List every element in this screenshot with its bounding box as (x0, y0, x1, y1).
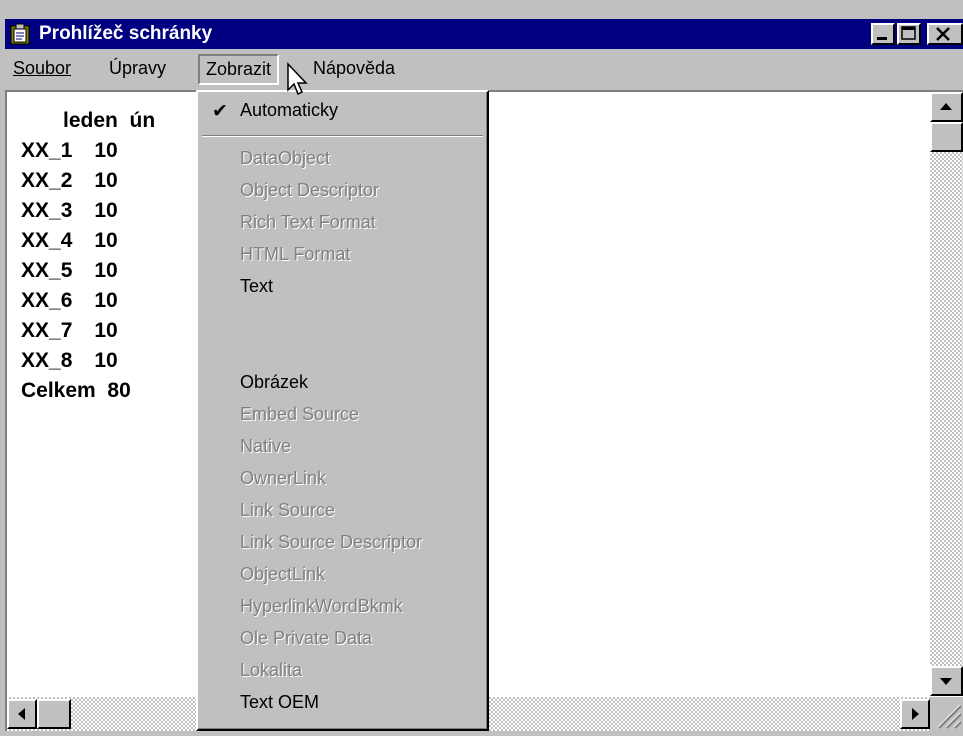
row-label: XX_7 (21, 319, 73, 342)
menu-item-html-format: HTML Format (240, 244, 351, 264)
menu-item-link-source: Link Source (240, 500, 336, 520)
menu-upravy[interactable]: Úpravy (109, 58, 166, 79)
content-header: leden ún (63, 109, 156, 132)
content-row: XX_4 10 (21, 226, 155, 256)
row-value: 10 (94, 289, 118, 312)
row-label: XX_4 (21, 229, 73, 252)
row-label: XX_2 (21, 169, 73, 192)
mouse-pointer-icon (287, 62, 308, 96)
zobrazit-dropdown-menu: ✔ Automaticky DataObject Object Descriptor… (196, 90, 489, 731)
menu-item-lokalita: Lokalita (240, 660, 303, 680)
menu-item-obr-zek[interactable]: Obrázek (240, 372, 308, 393)
row-label: XX_1 (21, 139, 73, 162)
resize-grip-icon (937, 704, 962, 729)
menu-item-ole-private-data: Ole Private Data (240, 628, 373, 648)
scroll-left-button[interactable] (7, 699, 37, 729)
row-label: XX_6 (21, 289, 73, 312)
row-label: XX_5 (21, 259, 73, 282)
content-row: XX_5 10 (21, 256, 155, 286)
content-rows: XX_1 10 XX_2 10 XX_3 10 XX_4 10 XX_5 10 XX_6 10 XX_7… (21, 136, 155, 376)
row-label: XX_3 (21, 199, 73, 222)
content-total-row: Celkem 80 (21, 376, 155, 406)
menu-item-native: Native (240, 436, 292, 456)
menu-zobrazit[interactable]: Zobrazit (198, 54, 280, 85)
row-value: 10 (94, 349, 118, 372)
menu-soubor-label: Soubor (13, 58, 72, 78)
row-value: 10 (94, 139, 118, 162)
row-value: 10 (94, 169, 118, 192)
content-row: XX_7 10 (21, 316, 155, 346)
row-label: XX_8 (21, 349, 73, 372)
menu-item-objectlink: ObjectLink (240, 564, 326, 584)
clipboard-text: leden ún XX_1 10 XX_2 10 XX_3 10 XX_4 10 XX_5 10 X… (21, 106, 155, 406)
scroll-thumb[interactable] (930, 122, 963, 152)
close-icon (936, 27, 950, 41)
scroll-right-button[interactable] (900, 699, 930, 729)
menu-item-object-descriptor: Object Descriptor (240, 180, 380, 200)
window-title: Prohlížeč schránky (39, 23, 213, 44)
menu-bar: Soubor Úpravy Zobrazit Nápověda (5, 52, 963, 86)
scroll-down-button[interactable] (930, 666, 963, 696)
menu-separator (202, 135, 483, 137)
scroll-up-button[interactable] (930, 92, 963, 122)
menu-item-automaticky[interactable]: Automaticky (240, 100, 338, 121)
menu-item-rich-text-format: Rich Text Format (240, 212, 376, 232)
arrow-left-icon (18, 708, 25, 720)
arrow-down-icon (940, 678, 952, 685)
title-bar[interactable]: Prohlížeč schránky (5, 19, 963, 49)
total-label: Celkem (21, 379, 96, 402)
total-value: 80 (107, 379, 131, 402)
menu-napoveda[interactable]: Nápověda (313, 58, 395, 79)
content-row: XX_2 10 (21, 166, 155, 196)
maximize-button[interactable] (897, 23, 921, 45)
row-value: 10 (94, 229, 118, 252)
checkmark-icon: ✔ (212, 101, 228, 122)
menu-item-text-oem[interactable]: Text OEM (240, 692, 319, 713)
menu-item-hyperlinkwordbkmk: HyperlinkWordBkmk (240, 596, 403, 616)
horizontal-scroll-thumb[interactable] (37, 699, 71, 729)
row-value: 10 (94, 319, 118, 342)
close-button[interactable] (927, 23, 963, 45)
clipboard-icon (10, 23, 30, 45)
content-row: XX_3 10 (21, 196, 155, 226)
row-value: 10 (94, 259, 118, 282)
menu-item-dataobject: DataObject (240, 148, 331, 168)
size-grip[interactable] (930, 697, 963, 731)
content-row: XX_1 10 (21, 136, 155, 166)
minimize-button[interactable] (871, 23, 895, 45)
content-row: XX_8 10 (21, 346, 155, 376)
maximize-icon (901, 26, 916, 40)
row-value: 10 (94, 199, 118, 222)
menu-soubor[interactable]: Soubor (13, 58, 71, 79)
menu-item-link-source-descriptor: Link Source Descriptor (240, 532, 423, 552)
clipboard-viewer-window: Prohlížeč schránky Soubor Úpravy Zobrazi… (0, 0, 963, 731)
minimize-icon (877, 37, 887, 40)
menu-item-text[interactable]: Text (240, 276, 273, 297)
content-row: XX_6 10 (21, 286, 155, 316)
menu-item-ownerlink: OwnerLink (240, 468, 327, 488)
arrow-up-icon (940, 103, 952, 110)
vertical-scrollbar[interactable] (930, 92, 963, 696)
arrow-right-icon (912, 708, 919, 720)
menu-item-embed-source: Embed Source (240, 404, 360, 424)
